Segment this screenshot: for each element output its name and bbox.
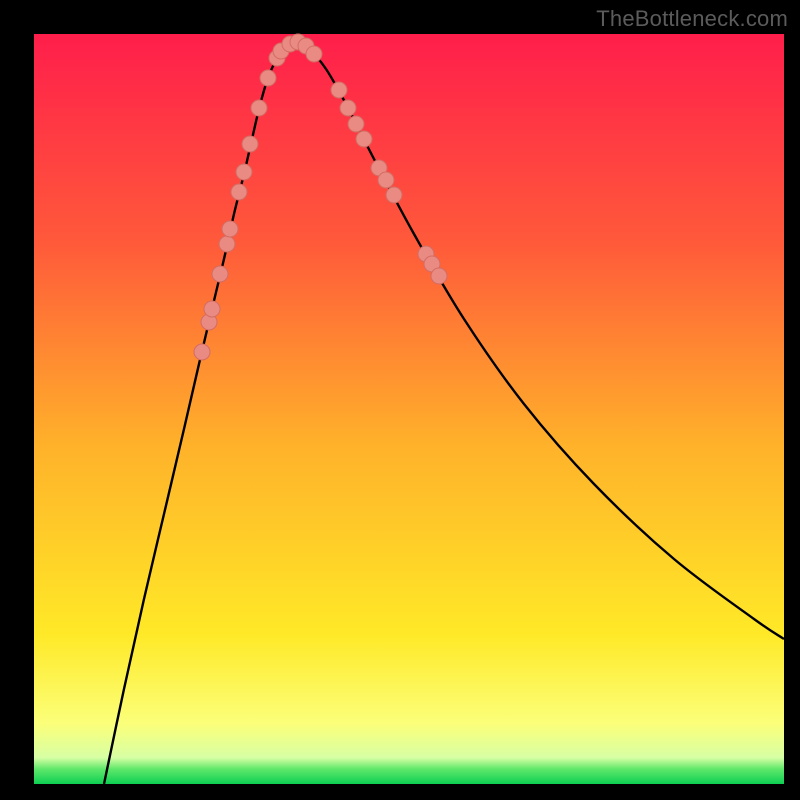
plot-area bbox=[34, 34, 784, 784]
data-marker bbox=[251, 100, 267, 116]
data-marker bbox=[222, 221, 238, 237]
curve-svg bbox=[34, 34, 784, 784]
data-marker bbox=[340, 100, 356, 116]
data-marker bbox=[242, 136, 258, 152]
data-marker bbox=[212, 266, 228, 282]
bottleneck-curve bbox=[104, 42, 784, 784]
data-marker bbox=[231, 184, 247, 200]
chart-stage: TheBottleneck.com bbox=[0, 0, 800, 800]
data-marker bbox=[236, 164, 252, 180]
data-marker bbox=[260, 70, 276, 86]
data-marker bbox=[306, 46, 322, 62]
data-marker bbox=[219, 236, 235, 252]
data-marker bbox=[204, 301, 220, 317]
data-marker bbox=[356, 131, 372, 147]
data-marker bbox=[378, 172, 394, 188]
data-marker bbox=[386, 187, 402, 203]
marker-layer bbox=[194, 34, 447, 360]
data-marker bbox=[331, 82, 347, 98]
data-marker bbox=[194, 344, 210, 360]
data-marker bbox=[348, 116, 364, 132]
watermark-text: TheBottleneck.com bbox=[596, 6, 788, 32]
data-marker bbox=[431, 268, 447, 284]
